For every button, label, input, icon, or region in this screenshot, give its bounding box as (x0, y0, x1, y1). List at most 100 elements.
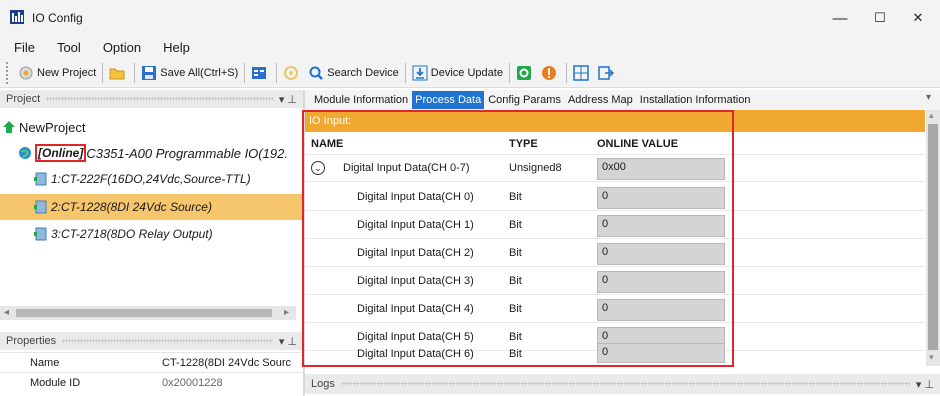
tab-installation-information[interactable]: Installation Information (637, 91, 754, 109)
tab-menu-icon[interactable]: ▾ (926, 92, 931, 103)
globe-icon (18, 146, 32, 160)
tree-device[interactable]: [Online] C3351-A00 Programmable IO(192. (18, 140, 323, 166)
properties-panel-title: Properties (6, 335, 57, 347)
toolbar-separator (404, 62, 406, 83)
scroll-right-icon[interactable]: ▸ (284, 307, 289, 318)
tab-address-map[interactable]: Address Map (565, 91, 636, 109)
minimize-button[interactable]: — (822, 5, 858, 31)
panel-grip[interactable] (340, 382, 910, 386)
tab-module-information[interactable]: Module Information (311, 91, 411, 109)
project-icon (2, 120, 16, 134)
device-update-button[interactable]: Device Update (409, 61, 506, 85)
panel-grip[interactable] (46, 97, 273, 101)
close-button[interactable]: ✕ (900, 5, 936, 31)
tree-module-2-selected[interactable]: 2:CT-1228(8DI 24Vdc Source) (0, 194, 303, 220)
tab-config-params[interactable]: Config Params (485, 91, 564, 109)
config-button[interactable] (248, 61, 273, 85)
property-value[interactable]: CT-1228(8DI 24Vdc Sourc (162, 357, 303, 369)
search-device-label: Search Device (327, 66, 399, 79)
title-bar (0, 0, 940, 36)
device-update-label: Device Update (430, 66, 503, 79)
menu-bar: File Tool Option Help (0, 36, 940, 58)
layout-icon (573, 64, 589, 81)
device-online-status: [Online] (35, 144, 87, 162)
new-project-icon (18, 65, 34, 81)
pin-icon[interactable]: ⊥ (287, 335, 297, 348)
tree-module-1[interactable]: 1:CT-222F(16DO,24Vdc,Source-TTL) (34, 166, 339, 192)
search-device-button[interactable]: Search Device (305, 61, 402, 85)
module-icon (34, 172, 48, 186)
module-icon (34, 227, 48, 241)
dropdown-icon[interactable]: ▾ (279, 335, 285, 348)
scrollbar-thumb[interactable] (928, 124, 938, 350)
export-button[interactable] (595, 61, 620, 85)
tab-strip: Module Information Process Data Config P… (305, 90, 940, 110)
properties-panel-header: Properties ▾ ⊥ (0, 332, 303, 350)
scroll-down-icon[interactable]: ▾ (929, 352, 934, 363)
menu-option[interactable]: Option (103, 40, 141, 55)
menu-file[interactable]: File (14, 40, 35, 55)
module-icon (34, 200, 48, 214)
device-name: C3351-A00 Programmable IO(192. (86, 145, 288, 161)
new-project-button[interactable]: New Project (15, 61, 99, 85)
dropdown-icon[interactable]: ▾ (279, 93, 285, 106)
toolbar-separator (102, 62, 104, 83)
scrollbar-thumb[interactable] (16, 309, 272, 317)
panel-grip[interactable] (62, 339, 273, 343)
logs-panel-title: Logs (311, 378, 335, 390)
new-project-label: New Project (37, 66, 97, 79)
download-icon (412, 65, 428, 81)
property-row: Module ID 0x20001228 (0, 372, 305, 392)
config-icon (251, 65, 267, 81)
dropdown-icon[interactable]: ▾ (916, 378, 922, 391)
network-icon (283, 65, 299, 81)
warning-button[interactable] (538, 61, 563, 85)
scroll-left-icon[interactable]: ◂ (4, 307, 9, 318)
logs-panel-header: Logs ▾ ⊥ (305, 374, 940, 394)
folder-icon (109, 65, 125, 81)
toolbar-separator (134, 62, 136, 83)
warning-icon (541, 65, 557, 81)
toolbar-separator (565, 62, 567, 83)
tree-horizontal-scrollbar[interactable]: ◂ ▸ (0, 306, 296, 320)
property-key: Module ID (30, 376, 81, 389)
save-all-button[interactable]: Save All(Ctrl+S) (138, 61, 241, 85)
tab-process-data[interactable]: Process Data (412, 91, 485, 109)
toolbar: New Project Save All(Ctrl+S) Search Devi… (0, 58, 940, 88)
property-value: 0x20001228 (162, 376, 223, 389)
app-icon (10, 10, 24, 24)
project-tree: NewProject [Online] C3351-A00 Programmab… (0, 108, 303, 308)
module-label: 1:CT-222F(16DO,24Vdc,Source-TTL) (51, 172, 251, 186)
highlight-frame (302, 110, 734, 367)
layout-button[interactable] (570, 61, 595, 85)
scroll-up-icon[interactable]: ▴ (929, 110, 934, 121)
project-panel-header: Project ▾ ⊥ (0, 90, 303, 108)
maximize-button[interactable]: ☐ (862, 5, 898, 31)
toolbar-separator (244, 62, 246, 83)
module-label: 2:CT-1228(8DI 24Vdc Source) (51, 200, 212, 214)
tree-module-3[interactable]: 3:CT-2718(8DO Relay Output) (34, 221, 339, 247)
export-icon (598, 65, 615, 81)
window-title: IO Config (32, 11, 83, 25)
toolbar-separator (508, 62, 510, 83)
pin-icon[interactable]: ⊥ (924, 378, 934, 391)
online-icon (516, 65, 532, 81)
menu-tool[interactable]: Tool (57, 40, 81, 55)
pin-icon[interactable]: ⊥ (287, 93, 297, 106)
tree-root-label: NewProject (19, 119, 86, 135)
menu-help[interactable]: Help (163, 40, 190, 55)
save-all-label: Save All(Ctrl+S) (160, 66, 239, 79)
network-button (280, 61, 305, 85)
grid-vertical-scrollbar[interactable]: ▴ ▾ (926, 110, 940, 366)
toolbar-separator (276, 62, 278, 83)
open-button[interactable] (106, 61, 131, 85)
toolbar-grip[interactable] (6, 61, 9, 84)
module-label: 3:CT-2718(8DO Relay Output) (51, 227, 213, 241)
online-button[interactable] (513, 61, 538, 85)
tree-root[interactable]: NewProject (2, 114, 307, 140)
search-icon (308, 65, 324, 81)
property-row: Name CT-1228(8DI 24Vdc Sourc (0, 352, 305, 372)
save-icon (141, 65, 157, 81)
project-panel-title: Project (6, 93, 41, 105)
property-key: Name (30, 356, 60, 369)
